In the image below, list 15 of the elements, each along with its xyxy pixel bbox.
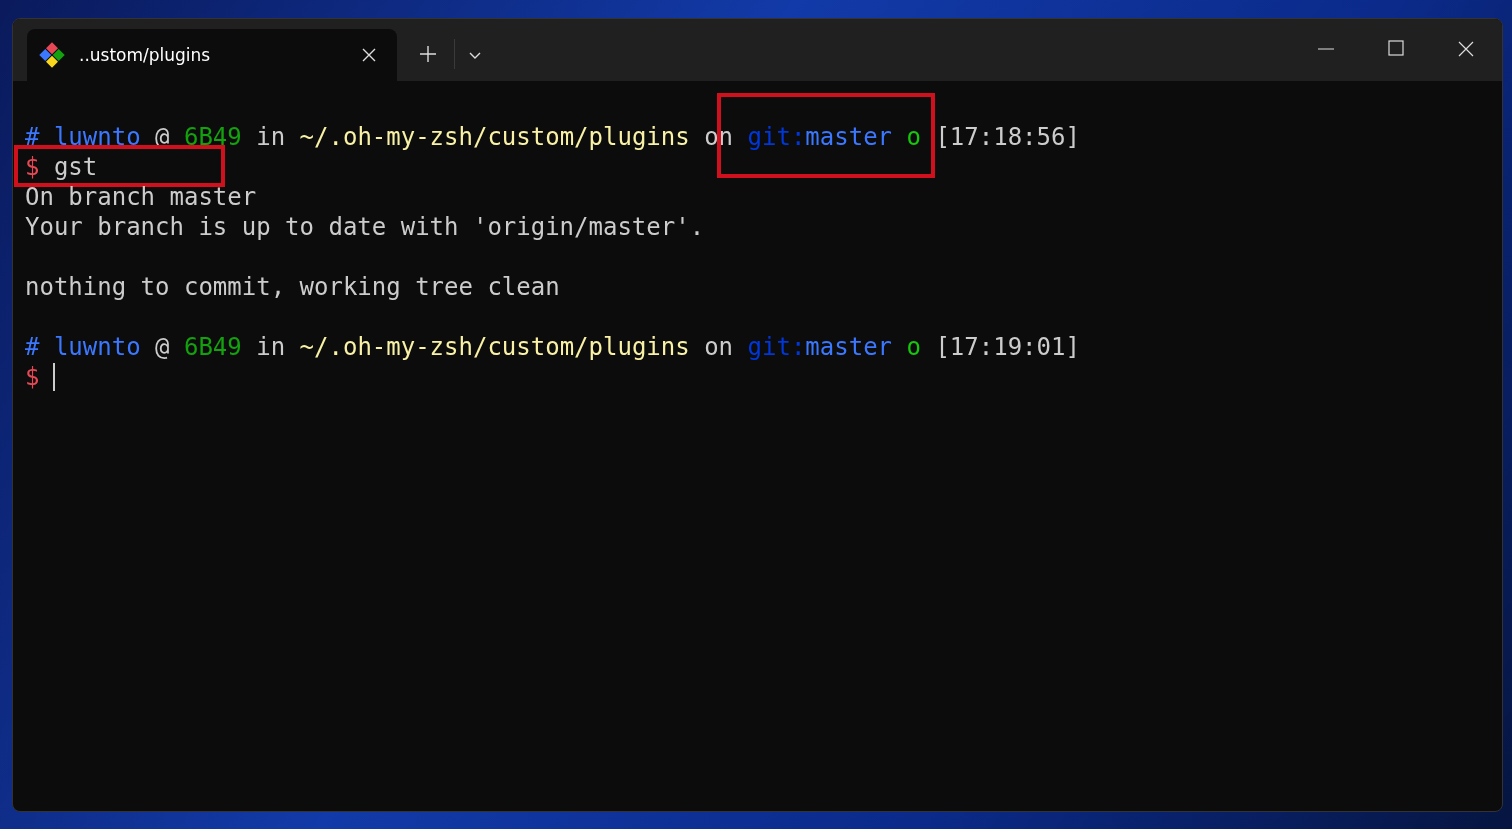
maximize-icon[interactable]: [1388, 40, 1404, 56]
text-cursor: [53, 363, 56, 391]
close-icon[interactable]: [361, 47, 377, 63]
close-icon[interactable]: [1457, 40, 1475, 58]
plus-icon[interactable]: [419, 45, 437, 63]
diamond-logo-icon: [39, 42, 65, 68]
terminal-tab[interactable]: ..ustom/plugins: [27, 29, 397, 81]
terminal-line: nothing to commit, working tree clean: [25, 272, 560, 302]
terminal-line: Your branch is up to date with 'origin/master'.: [25, 212, 705, 242]
tab-title: ..ustom/plugins: [79, 45, 212, 65]
terminal-line: $: [25, 362, 40, 392]
terminal-line: On branch master: [25, 182, 257, 212]
terminal-line: $ gst: [25, 152, 98, 182]
terminal-line: # luwnto @ 6B49 in ~/.oh-my-zsh/custom/plugins on git:master o [17:19:01]: [25, 332, 1080, 362]
chevron-down-icon[interactable]: [468, 50, 482, 60]
